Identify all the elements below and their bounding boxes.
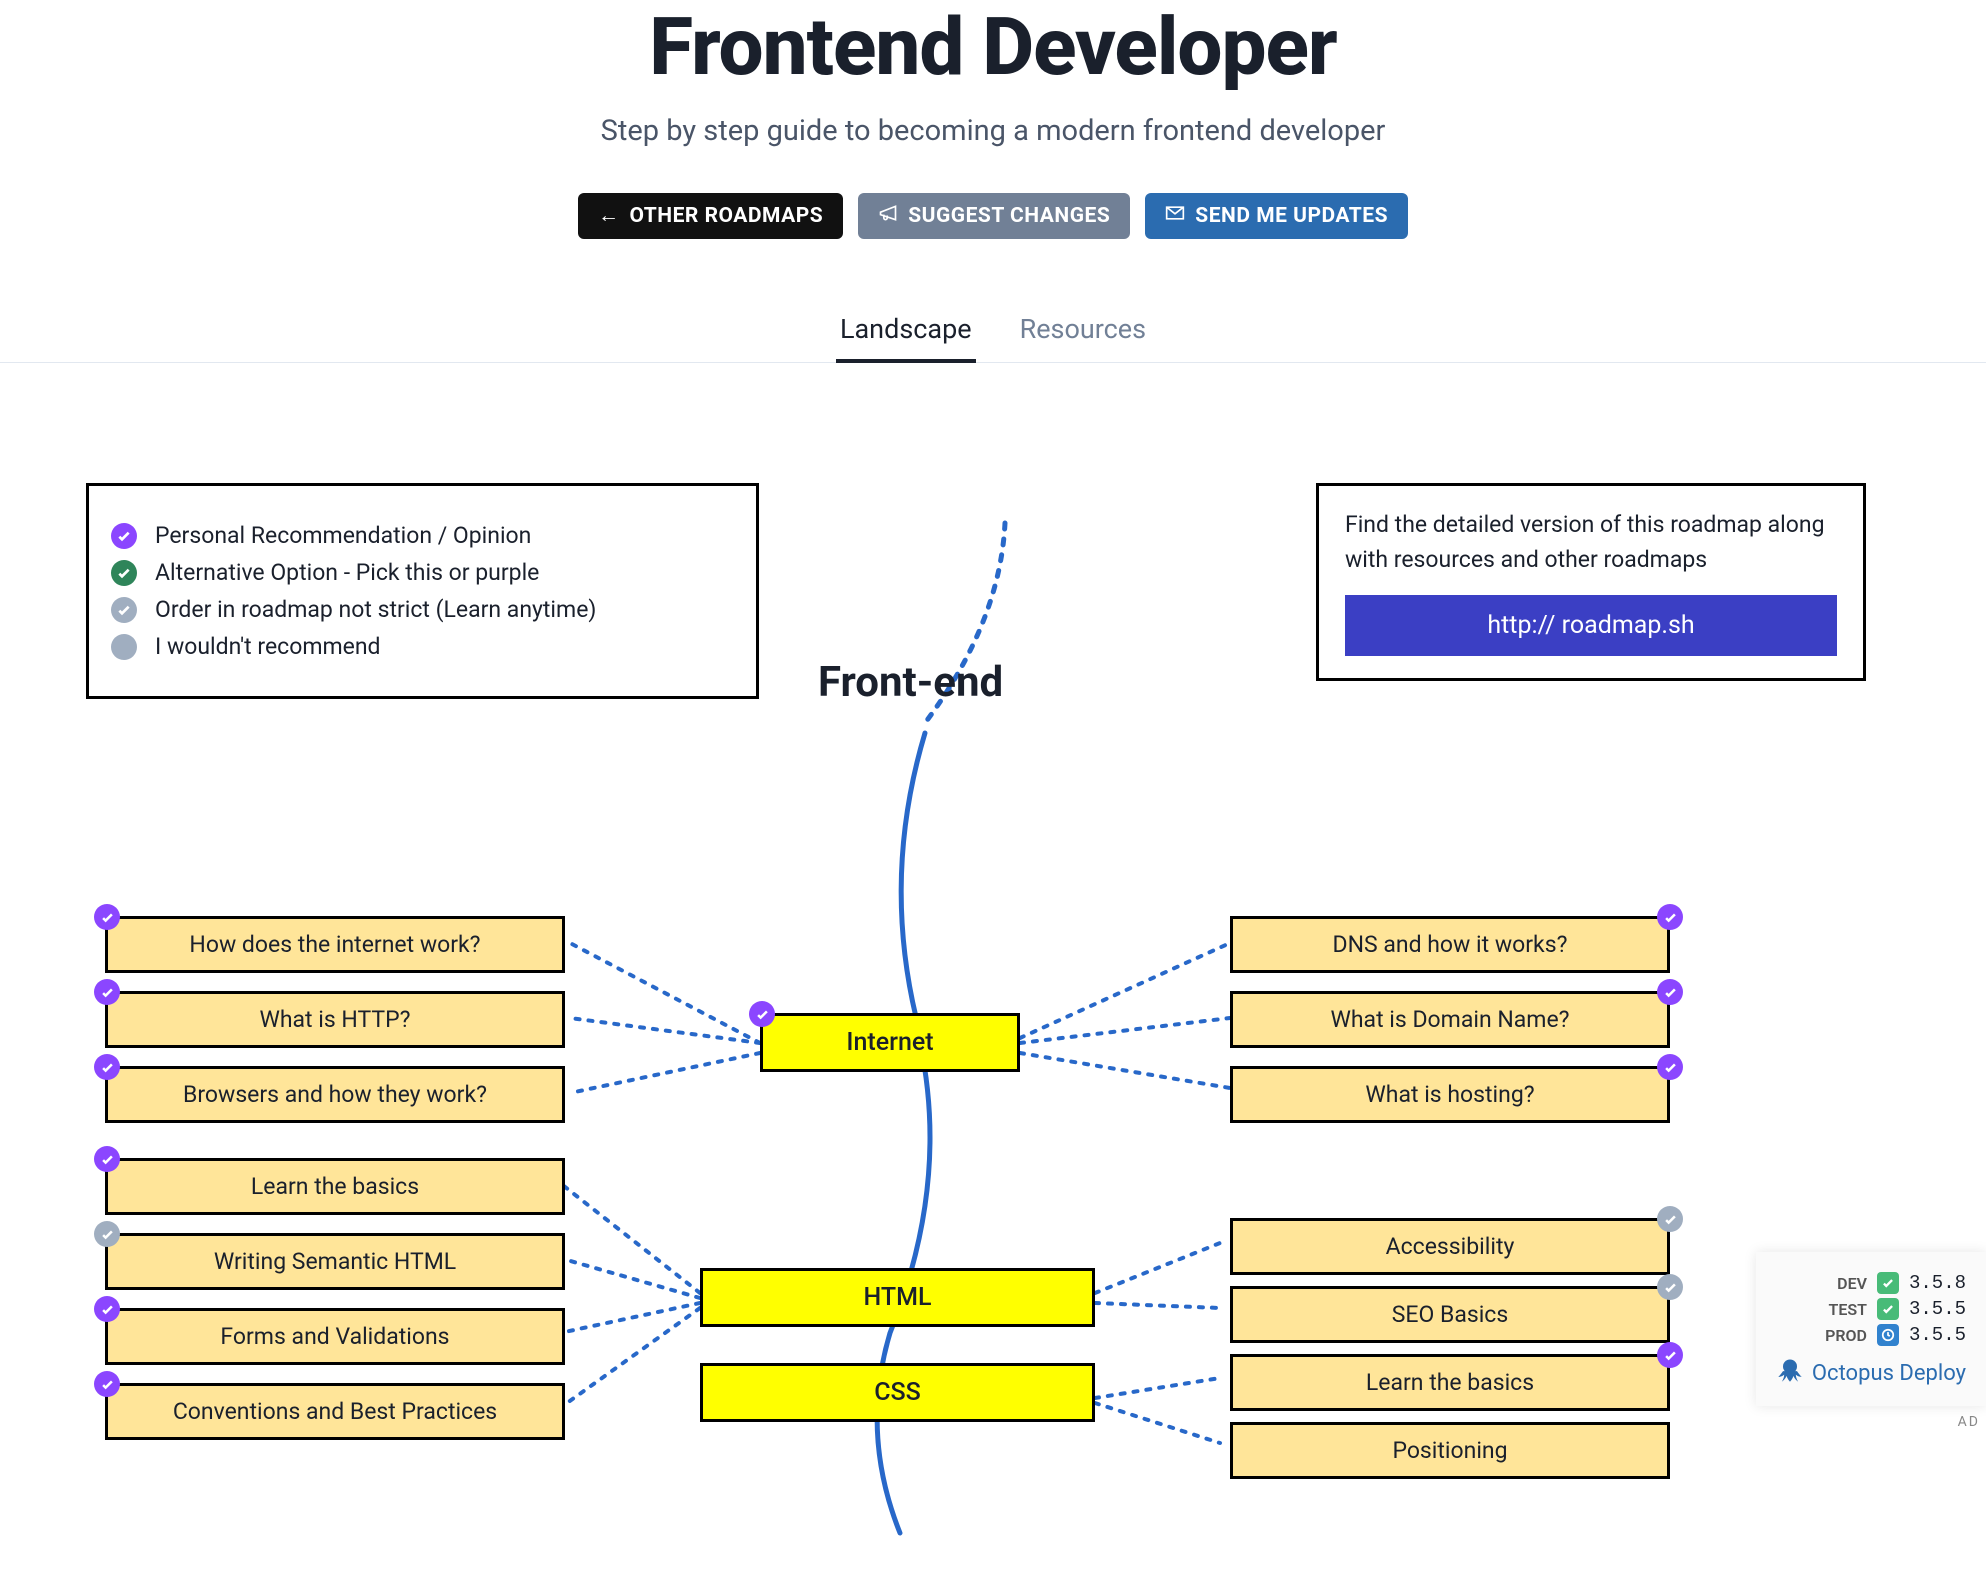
- arrow-left-icon: ←: [598, 204, 620, 228]
- ad-env-label: PROD: [1825, 1326, 1867, 1345]
- check-icon: [1657, 1274, 1683, 1300]
- roadmap-url-button[interactable]: http:// roadmap.sh: [1345, 595, 1837, 656]
- node-html-basics[interactable]: Learn the basics: [105, 1158, 565, 1215]
- node-html-forms[interactable]: Forms and Validations: [105, 1308, 565, 1365]
- node-css-positioning[interactable]: Positioning: [1230, 1422, 1670, 1479]
- check-icon: [1877, 1298, 1899, 1320]
- octopus-icon: [1776, 1356, 1804, 1390]
- other-roadmaps-label: OTHER ROADMAPS: [629, 204, 823, 228]
- check-icon: [111, 597, 137, 623]
- node-html-accessibility[interactable]: Accessibility: [1230, 1218, 1670, 1275]
- node-html-conventions[interactable]: Conventions and Best Practices: [105, 1383, 565, 1440]
- ad-brand: Octopus Deploy: [1776, 1356, 1966, 1390]
- send-updates-button[interactable]: SEND ME UPDATES: [1145, 193, 1408, 239]
- legend-box: Personal Recommendation / Opinion Altern…: [86, 483, 759, 699]
- legend-not-label: I wouldn't recommend: [155, 633, 381, 660]
- dot-icon: [111, 634, 137, 660]
- ad-env-dev: DEV 3.5.8: [1776, 1272, 1966, 1294]
- ad-env-version: 3.5.5: [1909, 1298, 1966, 1320]
- suggest-changes-button[interactable]: SUGGEST CHANGES: [858, 193, 1130, 239]
- ad-widget[interactable]: DEV 3.5.8 TEST 3.5.5 PROD 3.5.5 Octopus …: [1756, 1252, 1986, 1406]
- node-css[interactable]: CSS: [700, 1363, 1095, 1422]
- send-updates-label: SEND ME UPDATES: [1195, 204, 1388, 228]
- check-icon: [1657, 1342, 1683, 1368]
- legend-order-label: Order in roadmap not strict (Learn anyti…: [155, 596, 596, 623]
- other-roadmaps-button[interactable]: ← OTHER ROADMAPS: [578, 193, 843, 239]
- suggest-changes-label: SUGGEST CHANGES: [908, 204, 1110, 228]
- legend-personal-label: Personal Recommendation / Opinion: [155, 522, 531, 549]
- ad-env-label: TEST: [1829, 1300, 1867, 1319]
- check-icon: [111, 560, 137, 586]
- legend-order: Order in roadmap not strict (Learn anyti…: [111, 596, 596, 623]
- tab-landscape[interactable]: Landscape: [836, 299, 976, 363]
- node-internet-http[interactable]: What is HTTP?: [105, 991, 565, 1048]
- check-icon: [94, 1146, 120, 1172]
- ad-env-version: 3.5.8: [1909, 1272, 1966, 1294]
- tab-resources[interactable]: Resources: [1016, 299, 1150, 362]
- ad-brand-label: Octopus Deploy: [1812, 1361, 1966, 1386]
- diagram-title: Front-end: [818, 658, 1003, 707]
- megaphone-icon: [878, 203, 898, 229]
- check-icon: [94, 1371, 120, 1397]
- check-icon: [94, 904, 120, 930]
- check-icon: [94, 979, 120, 1005]
- check-icon: [94, 1296, 120, 1322]
- check-icon: [94, 1054, 120, 1080]
- node-css-basics[interactable]: Learn the basics: [1230, 1354, 1670, 1411]
- ad-env-prod: PROD 3.5.5: [1776, 1324, 1966, 1346]
- envelope-icon: [1165, 203, 1185, 229]
- check-icon: [1657, 904, 1683, 930]
- legend-personal: Personal Recommendation / Opinion: [111, 522, 596, 549]
- check-icon: [749, 1001, 775, 1027]
- check-icon: [1657, 979, 1683, 1005]
- ad-env-test: TEST 3.5.5: [1776, 1298, 1966, 1320]
- ad-env-version: 3.5.5: [1909, 1324, 1966, 1346]
- node-internet[interactable]: Internet: [760, 1013, 1020, 1072]
- node-html-semantic[interactable]: Writing Semantic HTML: [105, 1233, 565, 1290]
- check-icon: [94, 1221, 120, 1247]
- check-icon: [111, 523, 137, 549]
- page-subtitle: Step by step guide to becoming a modern …: [0, 114, 1986, 148]
- node-internet-dns[interactable]: DNS and how it works?: [1230, 916, 1670, 973]
- node-html[interactable]: HTML: [700, 1268, 1095, 1327]
- info-text: Find the detailed version of this roadma…: [1345, 508, 1837, 577]
- check-icon: [1657, 1054, 1683, 1080]
- clock-icon: [1877, 1324, 1899, 1346]
- legend-alternative-label: Alternative Option - Pick this or purple: [155, 559, 539, 586]
- node-internet-hosting[interactable]: What is hosting?: [1230, 1066, 1670, 1123]
- ad-env-label: DEV: [1837, 1274, 1867, 1293]
- node-html-seo[interactable]: SEO Basics: [1230, 1286, 1670, 1343]
- check-icon: [1877, 1272, 1899, 1294]
- node-internet-how[interactable]: How does the internet work?: [105, 916, 565, 973]
- legend-alternative: Alternative Option - Pick this or purple: [111, 559, 596, 586]
- node-internet-browsers[interactable]: Browsers and how they work?: [105, 1066, 565, 1123]
- page-title: Frontend Developer: [0, 0, 1986, 94]
- check-icon: [1657, 1206, 1683, 1232]
- node-internet-domain[interactable]: What is Domain Name?: [1230, 991, 1670, 1048]
- legend-not-recommend: I wouldn't recommend: [111, 633, 596, 660]
- info-box: Find the detailed version of this roadma…: [1316, 483, 1866, 681]
